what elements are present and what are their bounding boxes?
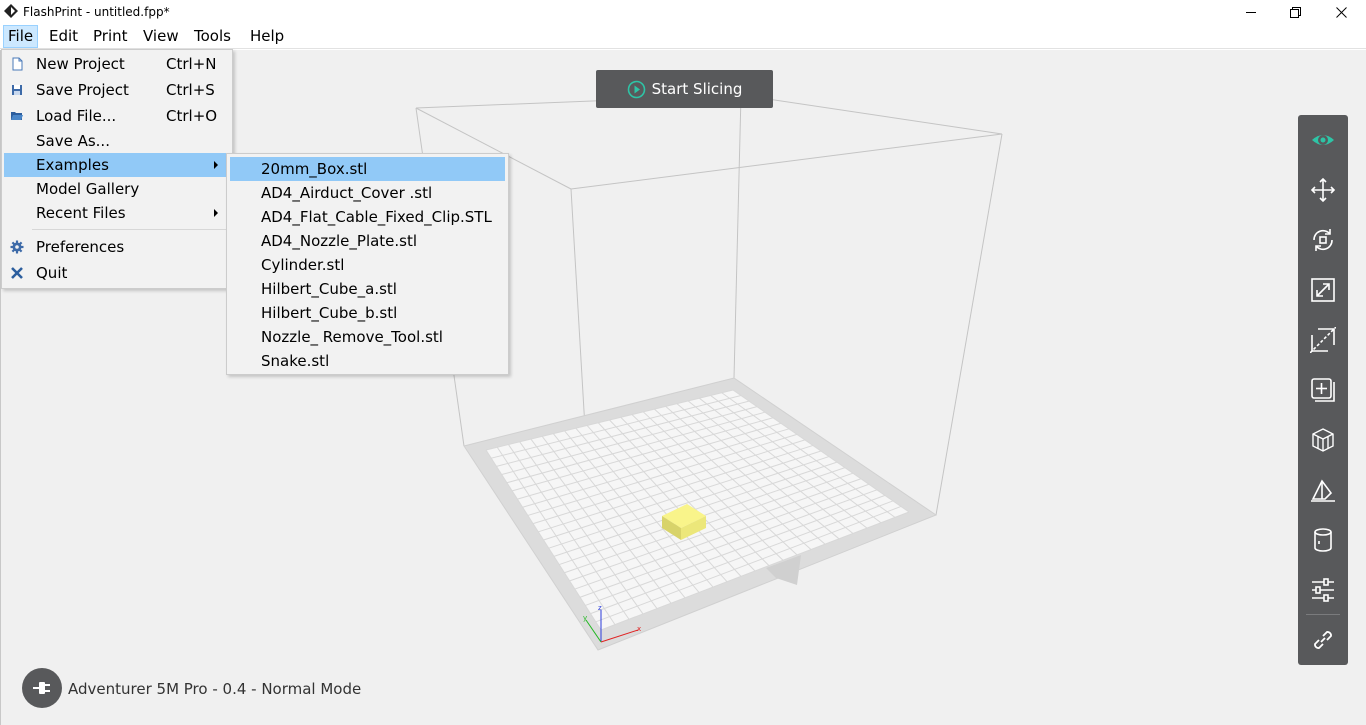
example-cylinder[interactable]: Cylinder.stl bbox=[230, 253, 505, 277]
examples-submenu: 20mm_Box.stl AD4_Airduct_Cover .stl AD4_… bbox=[226, 153, 509, 375]
axis-y-label: y bbox=[583, 614, 587, 622]
start-slicing-button[interactable]: Start Slicing bbox=[596, 70, 773, 108]
menu-view[interactable]: View bbox=[138, 25, 184, 48]
play-circle-icon bbox=[627, 80, 645, 98]
add-copy-icon bbox=[1311, 378, 1335, 402]
close-button[interactable] bbox=[1318, 0, 1364, 24]
cylinder-tool-button[interactable] bbox=[1298, 515, 1348, 565]
file-menu-save-project[interactable]: Save Project Ctrl+S bbox=[4, 78, 230, 102]
settings-tool-button[interactable] bbox=[1298, 565, 1348, 615]
cylinder-icon bbox=[1314, 528, 1332, 552]
flashprint-logo-icon bbox=[4, 4, 18, 18]
link-tool-button[interactable] bbox=[1298, 615, 1348, 665]
menu-file[interactable]: File bbox=[3, 25, 39, 48]
supports-icon bbox=[1312, 428, 1334, 452]
move-tool-button[interactable] bbox=[1298, 165, 1348, 215]
restore-icon bbox=[1289, 6, 1301, 18]
file-menu-new-project[interactable]: New Project Ctrl+N bbox=[4, 52, 230, 76]
folder-open-icon bbox=[11, 112, 23, 120]
menu-separator bbox=[32, 229, 228, 230]
new-file-icon bbox=[12, 57, 23, 71]
file-menu-preferences[interactable]: Preferences bbox=[4, 235, 230, 259]
file-menu-quit[interactable]: Quit bbox=[4, 261, 230, 285]
scale-icon bbox=[1311, 278, 1335, 302]
plug-icon bbox=[33, 682, 50, 694]
file-menu-dropdown: New Project Ctrl+N Save Project Ctrl+S L… bbox=[1, 49, 233, 289]
close-icon bbox=[1335, 6, 1347, 18]
close-x-icon bbox=[11, 267, 23, 279]
view-tool-button[interactable] bbox=[1298, 115, 1348, 165]
example-ad4-airduct-cover[interactable]: AD4_Airduct_Cover .stl bbox=[230, 181, 505, 205]
example-nozzle-remove-tool[interactable]: Nozzle_ Remove_Tool.stl bbox=[230, 325, 505, 349]
scale-tool-button[interactable] bbox=[1298, 265, 1348, 315]
file-menu-recent-files[interactable]: Recent Files bbox=[4, 201, 230, 225]
file-menu-examples[interactable]: Examples bbox=[4, 153, 230, 177]
rotate-icon bbox=[1313, 229, 1333, 251]
menu-tools[interactable]: Tools bbox=[189, 25, 236, 48]
rotate-tool-button[interactable] bbox=[1298, 215, 1348, 265]
window-title: FlashPrint - untitled.fpp* bbox=[23, 5, 170, 19]
start-slicing-label: Start Slicing bbox=[651, 80, 743, 98]
file-menu-save-as[interactable]: Save As... bbox=[4, 129, 230, 153]
save-icon bbox=[12, 85, 22, 95]
axis-x-label: x bbox=[637, 625, 641, 633]
settings-sliders-icon bbox=[1312, 578, 1334, 602]
add-copy-tool-button[interactable] bbox=[1298, 365, 1348, 415]
example-ad4-flat-cable-clip[interactable]: AD4_Flat_Cable_Fixed_Clip.STL bbox=[230, 205, 505, 229]
file-menu-load-file[interactable]: Load File... Ctrl+O bbox=[4, 104, 230, 128]
example-20mm-box[interactable]: 20mm_Box.stl bbox=[230, 157, 505, 181]
file-menu-model-gallery[interactable]: Model Gallery bbox=[4, 177, 230, 201]
minimize-icon bbox=[1245, 11, 1256, 13]
example-hilbert-cube-a[interactable]: Hilbert_Cube_a.stl bbox=[230, 277, 505, 301]
printer-connection-button[interactable] bbox=[22, 668, 62, 708]
cut-tool-button[interactable] bbox=[1298, 315, 1348, 365]
title-bar: FlashPrint - untitled.fpp* bbox=[0, 0, 1366, 24]
supports-tool-button[interactable] bbox=[1298, 415, 1348, 465]
gear-icon bbox=[10, 240, 24, 254]
place-on-face-icon bbox=[1311, 479, 1335, 502]
menu-bar: File Edit Print View Tools Help bbox=[0, 24, 1366, 49]
move-icon bbox=[1310, 177, 1336, 203]
menu-help[interactable]: Help bbox=[245, 25, 289, 48]
example-snake[interactable]: Snake.stl bbox=[230, 349, 505, 373]
place-on-face-tool-button[interactable] bbox=[1298, 465, 1348, 515]
example-ad4-nozzle-plate[interactable]: AD4_Nozzle_Plate.stl bbox=[230, 229, 505, 253]
example-hilbert-cube-b[interactable]: Hilbert_Cube_b.stl bbox=[230, 301, 505, 325]
menu-print[interactable]: Print bbox=[88, 25, 133, 48]
view-icon bbox=[1312, 135, 1334, 145]
submenu-arrow-icon bbox=[214, 209, 218, 217]
axis-z-label: z bbox=[598, 604, 602, 612]
printer-status-text: Adventurer 5M Pro - 0.4 - Normal Mode bbox=[68, 680, 362, 698]
submenu-arrow-icon bbox=[214, 161, 218, 169]
link-icon bbox=[1314, 631, 1332, 649]
menu-edit[interactable]: Edit bbox=[44, 25, 83, 48]
cut-icon bbox=[1310, 327, 1336, 353]
right-toolbar bbox=[1298, 115, 1348, 665]
restore-button[interactable] bbox=[1272, 0, 1318, 24]
minimize-button[interactable] bbox=[1228, 0, 1274, 24]
